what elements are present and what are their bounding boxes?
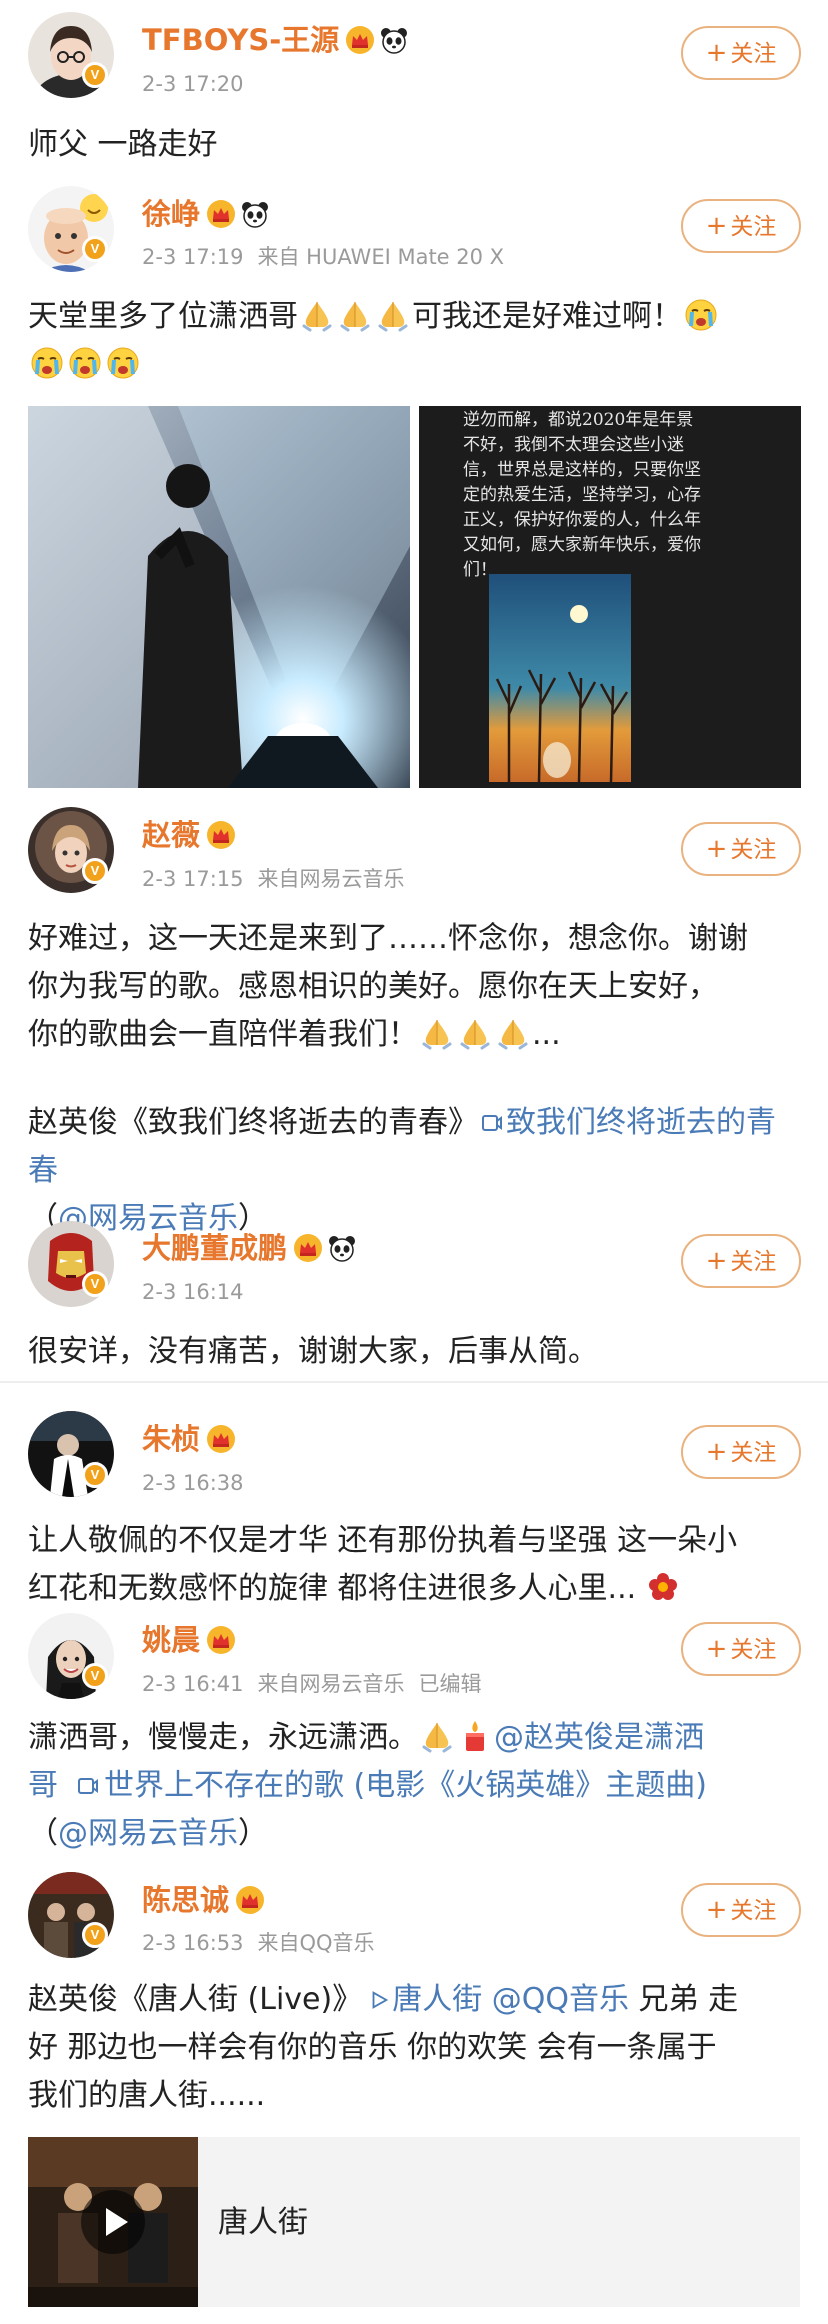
- follow-button[interactable]: + 关注: [681, 822, 801, 876]
- pray-emoji-icon: [376, 298, 410, 332]
- mention-link-continued[interactable]: 哥: [28, 1768, 58, 1803]
- plus-icon: +: [705, 38, 728, 68]
- pray-emoji-icon: [496, 1016, 530, 1050]
- post-image-note[interactable]: 逆勿而解，都说2020年是年景 不好，我倒不太理会这些小迷 信，世界总是这样的，…: [419, 406, 801, 788]
- music-cover: [28, 2137, 198, 2307]
- verified-badge-icon: V: [82, 1922, 108, 1948]
- music-card[interactable]: 唐人街: [28, 2137, 800, 2307]
- follow-button[interactable]: + 关注: [681, 199, 801, 253]
- crown-icon: [206, 199, 236, 229]
- post-source: 来自网易云音乐: [257, 867, 405, 891]
- post-source: 来自 HUAWEI Mate 20 X: [257, 245, 505, 269]
- crown-icon: [206, 820, 236, 850]
- plus-icon: +: [705, 1437, 728, 1467]
- follow-button[interactable]: + 关注: [681, 1234, 801, 1288]
- follow-button[interactable]: + 关注: [681, 1622, 801, 1676]
- post-text: 天堂里多了位潇洒哥 可我还是好难过啊！: [28, 293, 800, 389]
- plus-icon: +: [705, 834, 728, 864]
- crying-emoji-icon: [68, 346, 102, 380]
- play-icon[interactable]: [81, 2190, 145, 2254]
- section-divider: [0, 1381, 828, 1383]
- verified-badge-icon: V: [82, 1271, 108, 1297]
- verified-badge-icon: V: [82, 1663, 108, 1689]
- crown-icon: [293, 1233, 323, 1263]
- user-name[interactable]: 朱桢: [142, 1419, 236, 1459]
- post-time: 2-3 16:41: [142, 1672, 244, 1696]
- candle-emoji-icon: [458, 1719, 492, 1753]
- post-time: 2-3 16:53: [142, 1931, 244, 1955]
- post-time: 2-3 17:19: [142, 245, 244, 269]
- crown-icon: [206, 1625, 236, 1655]
- post-meta: 2-3 16:53 来自QQ音乐: [142, 1929, 375, 1957]
- post-source: 来自QQ音乐: [257, 1931, 375, 1955]
- plus-icon: +: [705, 1634, 728, 1664]
- pray-emoji-icon: [420, 1016, 454, 1050]
- panda-icon: [327, 1233, 357, 1263]
- user-name[interactable]: 大鹏董成鹏: [142, 1228, 357, 1268]
- music-link-icon: [76, 1774, 100, 1798]
- verified-badge-icon: V: [82, 236, 108, 262]
- panda-icon: [379, 25, 409, 55]
- plus-icon: +: [705, 1895, 728, 1925]
- pray-emoji-icon: [420, 1719, 454, 1753]
- post-text: 好难过，这一天还是来到了……怀念你，想念你。谢谢 你为我写的歌。感恩相识的美好。…: [28, 921, 776, 1236]
- post-text: 师父 一路走好: [28, 127, 218, 162]
- crown-icon: [206, 1424, 236, 1454]
- user-name[interactable]: 姚晨: [142, 1620, 236, 1660]
- crown-icon: [345, 25, 375, 55]
- pray-emoji-icon: [300, 298, 334, 332]
- crying-emoji-icon: [684, 298, 718, 332]
- user-name[interactable]: 赵薇: [142, 815, 236, 855]
- post-text: 很安详，没有痛苦，谢谢大家，后事从简。: [28, 1334, 598, 1369]
- post-meta: 2-3 17:15 来自网易云音乐: [142, 865, 405, 893]
- user-name[interactable]: TFBOYS-王源: [142, 20, 409, 60]
- red-flower-emoji-icon: [646, 1570, 680, 1604]
- verified-badge-icon: V: [82, 1462, 108, 1488]
- plus-icon: +: [705, 1246, 728, 1276]
- painting-image: [489, 574, 631, 782]
- verified-badge-icon: V: [82, 858, 108, 884]
- user-name[interactable]: 陈思诚: [142, 1880, 265, 1920]
- verified-badge-icon: V: [82, 62, 108, 88]
- crown-icon: [235, 1885, 265, 1915]
- post-text: 让人敬佩的不仅是才华 还有那份执着与坚强 这一朵小 红花和无数感怀的旋律 都将住…: [28, 1523, 738, 1606]
- follow-button[interactable]: + 关注: [681, 1883, 801, 1937]
- song-link[interactable]: 世界上不存在的歌 (电影《火锅英雄》主题曲): [104, 1768, 707, 1803]
- song-link[interactable]: 唐人街: [392, 1982, 482, 2017]
- music-card-title: 唐人街: [218, 2205, 308, 2240]
- mention-link[interactable]: @QQ音乐: [492, 1982, 629, 2017]
- plus-icon: +: [705, 211, 728, 241]
- post-image-stage[interactable]: [28, 406, 410, 788]
- post-text: 潇洒哥，慢慢走，永远潇洒。 @赵英俊是潇洒 哥世界上不存在的歌 (电影《火锅英雄》…: [28, 1719, 707, 1851]
- follow-button[interactable]: + 关注: [681, 26, 801, 80]
- post-time: 2-3 17:20: [142, 72, 244, 96]
- music-link-icon: [480, 1111, 504, 1135]
- pray-emoji-icon: [458, 1016, 492, 1050]
- post-meta: 2-3 16:14: [142, 1278, 244, 1306]
- crying-emoji-icon: [106, 346, 140, 380]
- post-meta: 2-3 17:20: [142, 70, 244, 98]
- post-text: 赵英俊《唐人街 (Live)》 唐人街 @QQ音乐 兄弟 走 好 那边也一样会有你…: [28, 1982, 739, 2113]
- post-meta: 2-3 17:19 来自 HUAWEI Mate 20 X: [142, 243, 504, 271]
- post-meta: 2-3 16:38: [142, 1469, 244, 1497]
- post-edited: 已编辑: [418, 1672, 482, 1696]
- post-time: 2-3 17:15: [142, 867, 244, 891]
- follow-button[interactable]: + 关注: [681, 1425, 801, 1479]
- post-meta: 2-3 16:41 来自网易云音乐 已编辑: [142, 1670, 482, 1698]
- post-time: 2-3 16:38: [142, 1471, 244, 1495]
- note-text: 逆勿而解，都说2020年是年景 不好，我倒不太理会这些小迷 信，世界总是这样的，…: [463, 410, 701, 580]
- crying-emoji-icon: [30, 346, 64, 380]
- mention-link[interactable]: @赵英俊是潇洒: [494, 1720, 704, 1755]
- play-link-icon: [368, 1989, 390, 2011]
- mention-link[interactable]: @网易云音乐: [58, 1816, 238, 1851]
- panda-icon: [240, 199, 270, 229]
- pray-emoji-icon: [338, 298, 372, 332]
- user-name[interactable]: 徐峥: [142, 194, 270, 234]
- post-time: 2-3 16:14: [142, 1280, 244, 1304]
- post-source: 来自网易云音乐: [257, 1672, 405, 1696]
